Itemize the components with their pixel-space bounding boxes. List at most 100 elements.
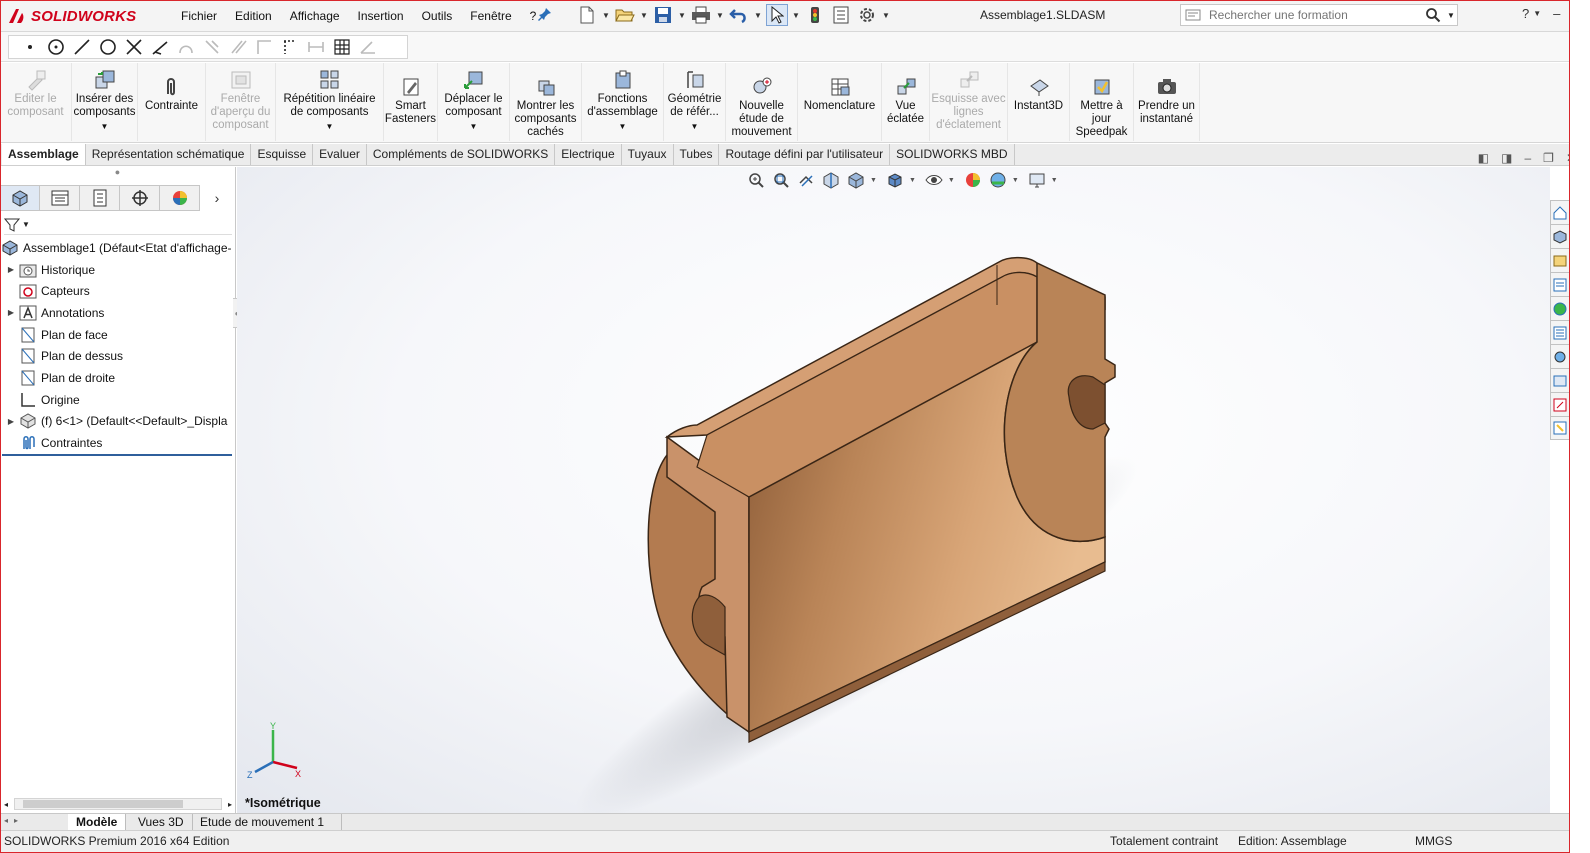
grid-icon[interactable]	[331, 37, 353, 57]
scroll-left-icon[interactable]: ◂	[4, 800, 14, 809]
line-icon[interactable]	[71, 37, 93, 57]
appearances-icon[interactable]	[1550, 344, 1570, 368]
custom-properties-icon[interactable]	[1550, 368, 1570, 392]
configurationmanager-tab[interactable]	[80, 185, 120, 211]
bom-button[interactable]: Nomenclature	[798, 63, 882, 141]
tab-vues-3d[interactable]: Vues 3D	[130, 814, 193, 830]
help-dropdown-icon[interactable]: ▼	[1533, 6, 1541, 22]
print-dropdown[interactable]: ▼	[716, 4, 724, 26]
select-dropdown[interactable]: ▼	[792, 4, 800, 26]
show-hidden-button[interactable]: Montrer les composants cachés	[510, 63, 582, 141]
assembly-features-button[interactable]: Fonctions d'assemblage ▼	[582, 63, 664, 141]
tree-horizontal-scrollbar[interactable]: ◂ ▸	[4, 797, 232, 811]
tree-item-origine[interactable]: Origine	[0, 389, 235, 411]
displaymanager-tab[interactable]	[160, 185, 200, 211]
save-icon[interactable]	[652, 4, 674, 26]
file-explorer-icon[interactable]	[1550, 272, 1570, 296]
tree-item-part-6[interactable]: ▶ (f) 6<1> (Default<<Default>_Displa	[0, 411, 235, 433]
search-dropdown[interactable]: ▼	[1445, 11, 1457, 20]
graphics-area[interactable]: ▼ ▼ ▼ ▼ ▼ Y X Z *Isométrique	[237, 167, 1550, 814]
snapshot-button[interactable]: Prendre un instantané	[1134, 63, 1200, 141]
tab-routage[interactable]: Routage défini par l'utilisateur	[719, 144, 891, 165]
tab-mbd[interactable]: SOLIDWORKS MBD	[890, 144, 1015, 165]
tab-evaluer[interactable]: Evaluer	[313, 144, 367, 165]
menu-outils[interactable]: Outils	[413, 7, 462, 25]
insert-components-button[interactable]: Insérer des composants ▼	[72, 63, 138, 141]
tree-item-plan-de-dessus[interactable]: Plan de dessus	[0, 345, 235, 367]
part-model-3d[interactable]	[237, 167, 1550, 814]
tab-assemblage[interactable]: Assemblage	[2, 144, 86, 165]
motion-study-button[interactable]: Nouvelle étude de mouvement	[726, 63, 798, 141]
center-circle-icon[interactable]	[45, 37, 67, 57]
menu-affichage[interactable]: Affichage	[281, 7, 349, 25]
tree-item-contraintes[interactable]: Contraintes	[0, 432, 235, 454]
options-gear-icon[interactable]	[856, 4, 878, 26]
propertymanager-tab[interactable]	[40, 185, 80, 211]
home-icon[interactable]	[1550, 200, 1570, 224]
new-document-icon[interactable]	[576, 4, 598, 26]
file-properties-icon[interactable]	[830, 4, 852, 26]
tree-item-historique[interactable]: ▶ Historique	[0, 259, 235, 281]
view-palette-icon[interactable]	[1550, 320, 1570, 344]
more-tabs-chevron-icon[interactable]: ›	[200, 185, 234, 211]
search-box[interactable]: ▼	[1180, 4, 1458, 26]
speedpak-button[interactable]: Mettre à jour Speedpak	[1070, 63, 1134, 141]
open-folder-icon[interactable]	[614, 4, 636, 26]
help-button[interactable]: ?	[1522, 6, 1529, 22]
linear-pattern-dropdown-icon[interactable]: ▼	[326, 120, 334, 133]
component-preview-button[interactable]: Fenêtre d'aperçu du composant	[206, 63, 276, 141]
new-dropdown[interactable]: ▼	[602, 4, 610, 26]
point-icon[interactable]	[19, 37, 41, 57]
reference-geometry-dropdown-icon[interactable]: ▼	[691, 120, 699, 133]
explode-line-sketch-button[interactable]: Esquisse avec lignes d'éclatement	[930, 63, 1008, 141]
tab-modele[interactable]: Modèle	[68, 814, 127, 830]
exploded-view-button[interactable]: Vue éclatée	[882, 63, 930, 141]
tree-item-assembly-root[interactable]: Assemblage1 (Défaut<Etat d'affichage-	[0, 237, 235, 259]
tree-item-capteurs[interactable]: Capteurs	[0, 280, 235, 302]
select-cursor-icon[interactable]	[766, 4, 788, 26]
viewport-minimize-icon[interactable]: –	[1524, 151, 1531, 165]
edit-component-button[interactable]: Editer le composant	[0, 63, 72, 141]
tree-item-plan-de-face[interactable]: Plan de face	[0, 324, 235, 346]
mate-button[interactable]: Contrainte	[138, 63, 206, 141]
menu-fichier[interactable]: Fichier	[172, 7, 226, 25]
dimxpert-tab[interactable]	[120, 185, 160, 211]
undo-dropdown[interactable]: ▼	[754, 4, 762, 26]
panel-grip[interactable]: ●	[0, 167, 235, 183]
assembly-features-dropdown-icon[interactable]: ▼	[619, 120, 627, 133]
expand-arrow-icon[interactable]: ▶	[4, 308, 18, 317]
tab-tubes[interactable]: Tubes	[674, 144, 720, 165]
instant3d-button[interactable]: Instant3D	[1008, 63, 1070, 141]
menu-fenetre[interactable]: Fenêtre	[461, 7, 520, 25]
solidworks-forum-icon[interactable]	[1550, 392, 1570, 416]
pin-menu-icon[interactable]	[537, 6, 555, 24]
insert-components-dropdown-icon[interactable]: ▼	[101, 120, 109, 133]
rollback-bar[interactable]	[2, 454, 232, 456]
tab-complements[interactable]: Compléments de SOLIDWORKS	[367, 144, 556, 165]
save-dropdown[interactable]: ▼	[678, 4, 686, 26]
viewport-restore-icon[interactable]: ❐	[1543, 151, 1554, 165]
search-scope-icon[interactable]	[1181, 8, 1205, 22]
move-component-dropdown-icon[interactable]: ▼	[470, 120, 478, 133]
resources-icon[interactable]	[1550, 224, 1570, 248]
tab-electrique[interactable]: Electrique	[555, 144, 622, 165]
open-dropdown[interactable]: ▼	[640, 4, 648, 26]
tree-item-plan-de-droite[interactable]: Plan de droite	[0, 367, 235, 389]
linear-pattern-button[interactable]: Répétition linéaire de composants ▼	[276, 63, 384, 141]
plm-icon[interactable]	[1550, 416, 1570, 440]
tab-esquisse[interactable]: Esquisse	[251, 144, 314, 165]
solidworks-logo[interactable]: SOLIDWORKS	[6, 4, 156, 28]
tab-representation-schematique[interactable]: Représentation schématique	[86, 144, 252, 165]
scroll-right-icon[interactable]: ▸	[222, 800, 232, 809]
tab-etude-de-mouvement[interactable]: Etude de mouvement 1	[192, 814, 342, 830]
expand-arrow-icon[interactable]: ▶	[4, 417, 18, 426]
view-previous-icon[interactable]: ◧	[1478, 151, 1489, 165]
search-icon[interactable]	[1421, 7, 1445, 23]
move-component-button[interactable]: Déplacer le composant ▼	[438, 63, 510, 141]
design-library-icon[interactable]	[1550, 248, 1570, 272]
status-units[interactable]: MMGS	[1415, 834, 1452, 848]
menu-insertion[interactable]: Insertion	[349, 7, 413, 25]
tree-filter[interactable]: ▼	[4, 215, 232, 235]
menu-edition[interactable]: Edition	[226, 7, 281, 25]
tab-tuyaux[interactable]: Tuyaux	[622, 144, 674, 165]
